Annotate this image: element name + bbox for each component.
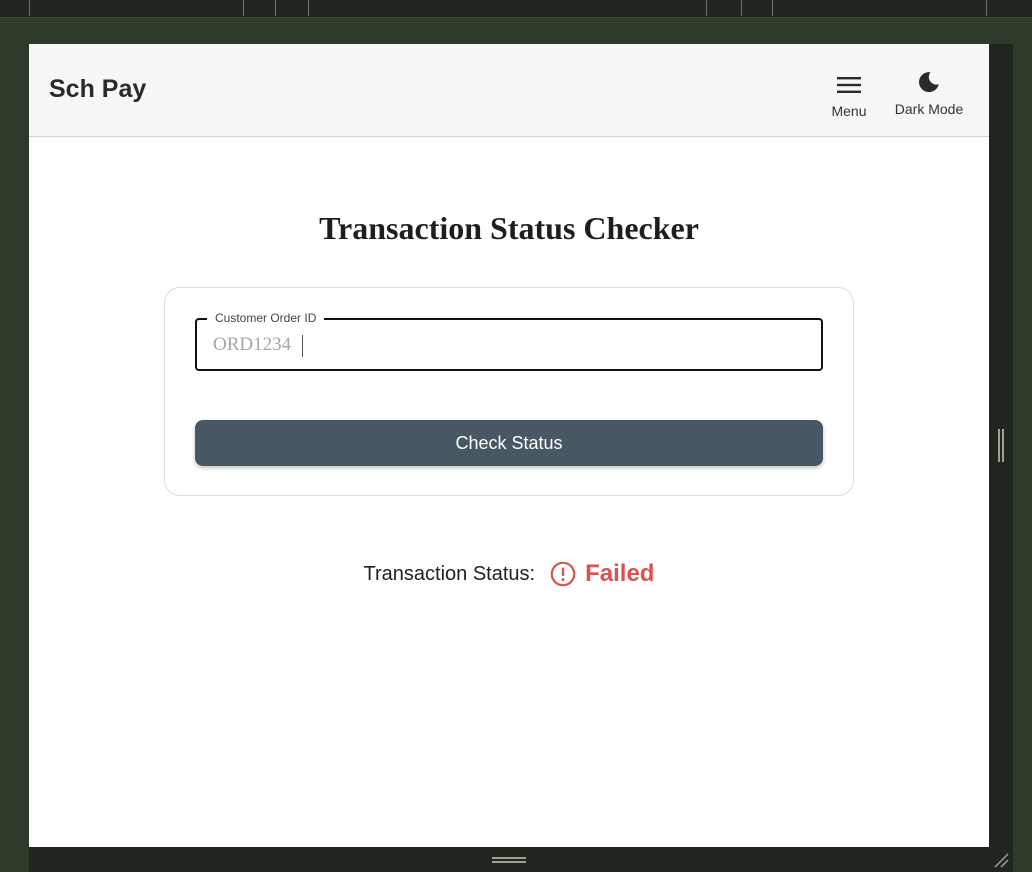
resize-corner-icon[interactable] — [993, 852, 1009, 868]
divider — [741, 0, 742, 16]
editor-top-strip — [0, 0, 1032, 18]
divider — [275, 0, 276, 16]
app-viewport: Sch Pay Menu Dark Mode Transaction Statu… — [29, 44, 989, 847]
dark-mode-label: Dark Mode — [894, 101, 964, 117]
app-header: Sch Pay Menu Dark Mode — [29, 44, 989, 137]
order-id-field[interactable]: Customer Order ID — [195, 311, 823, 371]
divider — [308, 0, 309, 16]
order-id-label: Customer Order ID — [207, 311, 325, 325]
page-title: Transaction Status Checker — [319, 210, 699, 246]
error-circle-icon — [550, 561, 576, 587]
menu-label: Menu — [831, 103, 867, 119]
status-value: Failed — [585, 560, 655, 587]
hamburger-icon — [837, 75, 861, 95]
moon-icon — [917, 70, 941, 94]
menu-button[interactable]: Menu — [829, 75, 869, 119]
transaction-status: Transaction Status: Failed — [29, 560, 989, 588]
divider — [986, 0, 987, 16]
status-label: Transaction Status: — [363, 562, 536, 585]
horizontal-resize-handle[interactable] — [492, 857, 526, 863]
brand-logo[interactable]: Sch Pay — [49, 75, 146, 104]
dark-mode-toggle[interactable]: Dark Mode — [893, 70, 965, 117]
divider — [772, 0, 773, 16]
divider — [243, 0, 244, 16]
side-panel — [989, 44, 1013, 847]
vertical-resize-handle[interactable] — [998, 429, 1004, 462]
bottom-panel — [29, 847, 1013, 872]
divider — [29, 0, 30, 16]
text-cursor — [302, 335, 303, 357]
divider — [706, 0, 707, 16]
status-form-card: Customer Order ID Check Status — [164, 287, 854, 496]
check-status-button[interactable]: Check Status — [195, 420, 823, 466]
